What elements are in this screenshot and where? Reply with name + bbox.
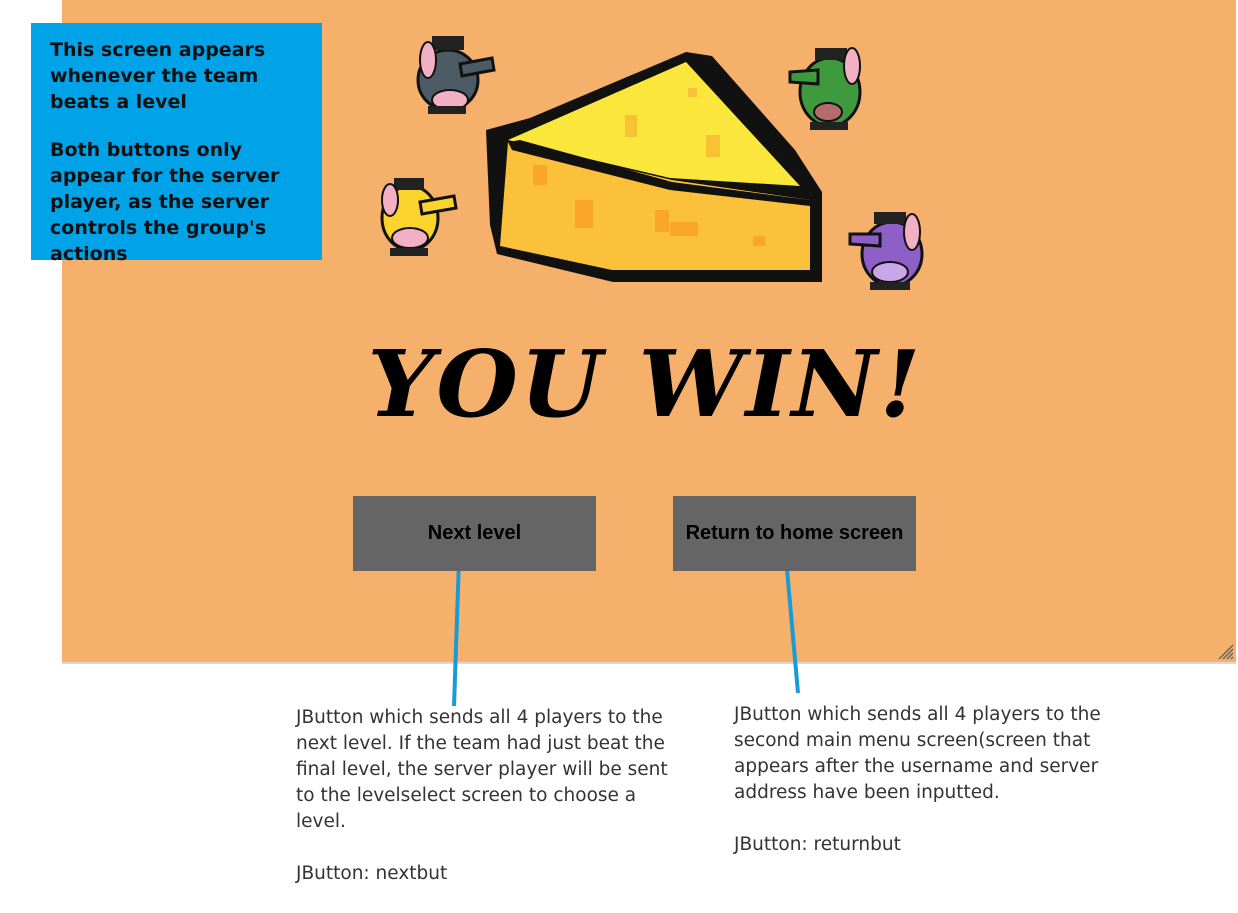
connector-lines [452,557,800,707]
note-description: JButton which sends all 4 players to the… [734,704,1101,803]
yellow-rat [380,178,458,256]
next-button-note: JButton which sends all 4 players to the… [296,705,676,913]
next-level-button[interactable]: Next level [353,496,596,571]
note-component: JButton: nextbut [296,863,448,884]
annotation-line: This screen appears whenever the team be… [50,39,266,113]
return-button-note: JButton which sends all 4 players to the… [734,702,1124,884]
you-win-text: YOU WIN! [368,336,923,438]
cheese-icon [486,52,822,282]
grey-rat [416,36,496,114]
note-component: JButton: returnbut [734,834,901,855]
you-win-title: YOU WIN! [368,336,923,438]
annotation-line: Both buttons only appear for the server … [50,139,280,265]
note-description: JButton which sends all 4 players to the… [296,707,668,832]
green-rat [788,47,862,130]
return-home-button[interactable]: Return to home screen [673,496,916,571]
purple-rat [848,212,924,290]
annotation-box: This screen appears whenever the team be… [31,23,322,265]
